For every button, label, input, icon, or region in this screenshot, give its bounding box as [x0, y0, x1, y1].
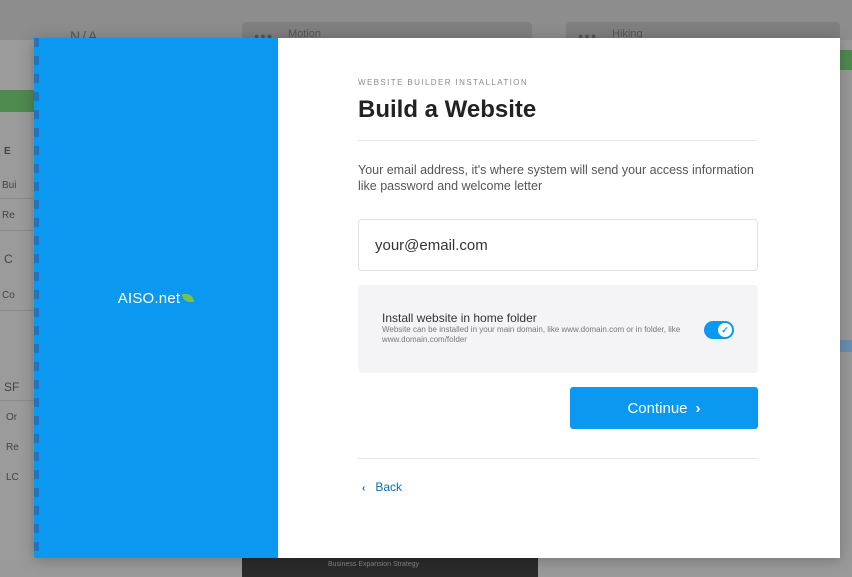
form-panel: WEBSITE BUILDER INSTALLATION Build a Web… [278, 38, 840, 558]
chevron-left-icon: ‹ [362, 483, 366, 494]
background-label: SF [4, 380, 20, 394]
page-title: Build a Website [358, 96, 537, 123]
background-label: Or [6, 412, 18, 423]
background-green-bar [0, 90, 34, 112]
background-left-nav: E Bui Re C Co SF Or Re LC [0, 40, 34, 560]
back-link[interactable]: ‹ Back [362, 480, 402, 494]
email-field[interactable] [358, 219, 758, 271]
background-green-marker [838, 50, 852, 70]
check-icon: ✓ [718, 323, 732, 337]
background-label: Re [2, 210, 15, 221]
divider [358, 140, 758, 141]
background-label: Co [2, 290, 15, 301]
brand-logo-text: AISO.net [117, 290, 181, 307]
background-label: Bui [2, 180, 17, 191]
background-label: C [4, 252, 13, 266]
continue-label: Continue [627, 399, 688, 417]
brand-panel: AISO.net [34, 38, 278, 558]
background-label: LC [6, 472, 19, 483]
back-label: Back [375, 480, 403, 494]
background-bottom-card-text: Business Expansion Strategy [328, 561, 420, 568]
website-builder-modal: AISO.net WEBSITE BUILDER INSTALLATION Bu… [34, 38, 840, 558]
leaf-icon [182, 294, 195, 302]
background-label: Re [6, 442, 19, 453]
chevron-right-icon: › [695, 399, 701, 417]
continue-button[interactable]: Continue › [570, 387, 758, 429]
background-bottom-card: Business Expansion Strategy [242, 556, 538, 577]
brand-logo: AISO.net [34, 290, 278, 307]
background-blue-marker [838, 340, 852, 352]
install-option: Install website in home folder Website c… [358, 285, 758, 373]
home-folder-toggle[interactable]: ✓ [704, 321, 734, 339]
divider [358, 458, 758, 459]
install-option-description: Website can be installed in your main do… [382, 325, 681, 344]
form-eyebrow: WEBSITE BUILDER INSTALLATION [358, 78, 529, 87]
background-label: E [4, 146, 11, 157]
install-option-title: Install website in home folder [382, 311, 537, 325]
form-description: Your email address, it's where system wi… [358, 163, 754, 193]
